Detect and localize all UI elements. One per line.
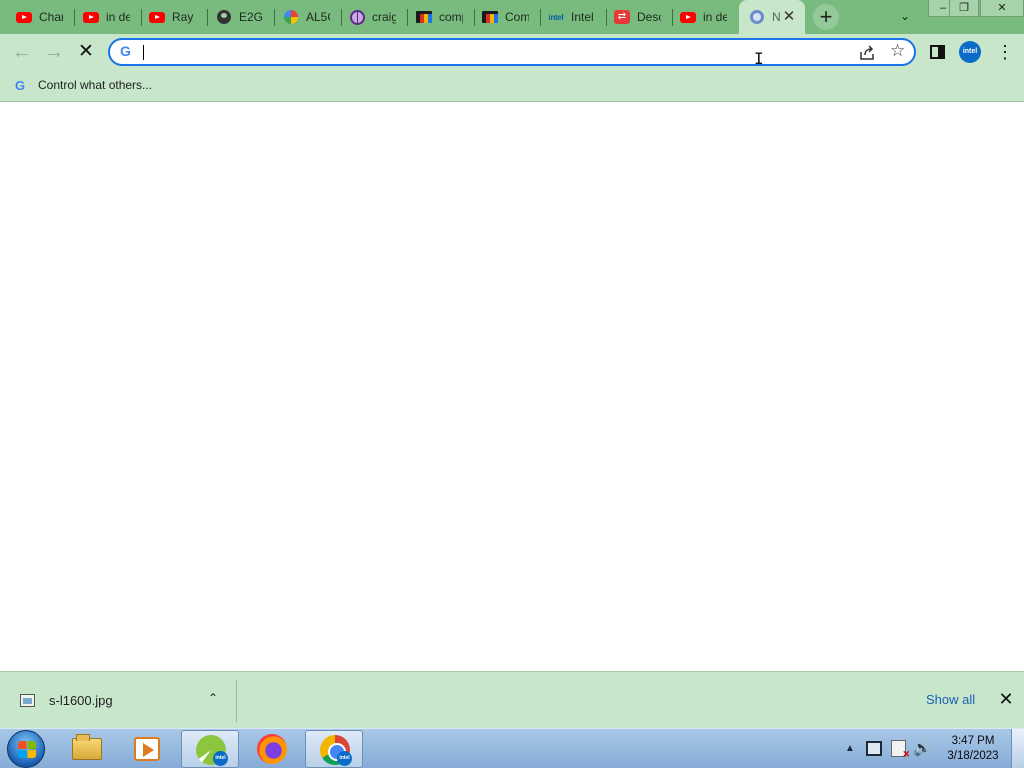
ibeam-cursor-icon: I — [754, 49, 764, 68]
tab-close-icon[interactable]: ✕ — [781, 9, 797, 25]
network-icon[interactable] — [866, 741, 882, 756]
shopping-bag-icon — [416, 9, 432, 25]
tab-search-chevron-icon[interactable]: ⌄ — [896, 9, 914, 25]
action-center-flag-icon[interactable] — [891, 740, 910, 760]
divider — [236, 680, 237, 722]
tab-11[interactable]: in de — [664, 0, 739, 34]
profile-avatar[interactable]: intel — [959, 41, 981, 63]
side-panel-icon[interactable] — [930, 45, 945, 59]
tab-title: in de — [703, 10, 727, 24]
windows-logo-icon — [18, 741, 36, 758]
tab-2[interactable]: in de — [67, 0, 142, 34]
tab-7[interactable]: comp — [400, 0, 475, 34]
tab-title: Ray V — [172, 10, 196, 24]
peace-icon — [349, 9, 365, 25]
tab-title: craig — [372, 10, 396, 24]
start-button[interactable] — [7, 730, 45, 768]
volume-icon[interactable]: 🔊 — [913, 739, 932, 757]
youtube-icon — [83, 9, 99, 25]
intel-badge: intel — [337, 751, 352, 766]
youtube-icon — [680, 9, 696, 25]
tab-8[interactable]: Com — [466, 0, 541, 34]
browser-toolbar: ← → ✕ G ☆ I intel ⋮ G Control what other… — [0, 34, 1024, 102]
tab-title: in de — [106, 10, 130, 24]
system-clock[interactable]: 3:47 PM 3/18/2023 — [940, 734, 1006, 764]
restore-button[interactable]: ❐ — [949, 0, 979, 17]
image-file-icon — [20, 694, 35, 707]
google-icon: G — [14, 77, 26, 93]
taskbar-media-center[interactable] — [118, 730, 176, 768]
shopping-bag-icon — [482, 9, 498, 25]
tab-10[interactable]: ⇄ Desc — [598, 0, 673, 34]
share-icon[interactable] — [858, 44, 876, 62]
bookmark-label: Control what others... — [38, 78, 153, 92]
globe-icon — [216, 9, 232, 25]
tab-3[interactable]: Ray V — [133, 0, 208, 34]
new-tab-button[interactable]: + — [813, 4, 839, 30]
taskbar: intel intel ▲ 🔊 3:47 PM 3/18/2023 — [0, 728, 1024, 768]
bookmark-star-icon[interactable]: ☆ — [890, 41, 905, 61]
clock-date: 3/18/2023 — [947, 750, 999, 762]
loading-icon — [749, 9, 765, 25]
tab-4[interactable]: E2Gu — [200, 0, 275, 34]
download-shelf: s-l1600.jpg ⌃ Show all ✕ — [0, 671, 1024, 728]
taskbar-intel-hub[interactable]: intel — [181, 730, 239, 768]
youtube-icon — [149, 9, 165, 25]
page-content — [0, 103, 1024, 671]
tab-title: E2Gu — [239, 10, 263, 24]
window-close-button[interactable]: ✕ — [980, 0, 1024, 17]
address-input[interactable] — [142, 42, 842, 62]
youtube-icon — [16, 9, 32, 25]
download-filename[interactable]: s-l1600.jpg — [49, 693, 113, 708]
tab-5[interactable]: AL5C — [267, 0, 342, 34]
tab-9[interactable]: intel Intel — [532, 0, 607, 34]
tab-title: Intel — [571, 10, 594, 24]
media-player-icon — [134, 737, 160, 761]
chevron-up-icon[interactable]: ⌃ — [205, 691, 221, 707]
tab-title: Char — [39, 10, 63, 24]
tray-overflow-icon[interactable]: ▲ — [845, 743, 855, 754]
tab-6[interactable]: craig — [333, 0, 408, 34]
back-button[interactable]: ← — [8, 38, 36, 66]
tab-1[interactable]: Char — [0, 0, 75, 34]
swap-icon: ⇄ — [614, 9, 630, 25]
tab-title: Com — [505, 10, 529, 24]
forward-button[interactable]: → — [40, 38, 68, 66]
kebab-menu-icon[interactable]: ⋮ — [996, 43, 1014, 61]
intel-badge: intel — [213, 751, 228, 766]
bookmark-item[interactable]: G Control what others... — [12, 76, 152, 94]
tab-title: Desc — [637, 10, 661, 24]
firefox-icon — [257, 734, 287, 764]
chrome-icon: intel — [320, 735, 352, 766]
intel-hub-icon: intel — [196, 735, 228, 766]
folder-icon — [72, 734, 102, 760]
close-icon[interactable]: ✕ — [996, 689, 1016, 709]
show-desktop-button[interactable] — [1011, 729, 1024, 768]
tab-strip: Char in de Ray V E2Gu AL5C craig comp Co… — [0, 0, 1024, 34]
tab-title: AL5C — [306, 10, 330, 24]
taskbar-firefox[interactable] — [243, 730, 301, 768]
clock-time: 3:47 PM — [951, 735, 995, 747]
address-bar[interactable]: G ☆ — [108, 38, 916, 66]
show-all-link[interactable]: Show all — [926, 692, 975, 707]
taskbar-explorer[interactable] — [57, 730, 115, 768]
google-icon: G — [120, 43, 131, 59]
taskbar-chrome[interactable]: intel — [305, 730, 363, 768]
tab-title: comp — [439, 10, 463, 24]
stop-loading-button[interactable]: ✕ — [72, 38, 100, 66]
intel-icon: intel — [548, 12, 564, 22]
pinwheel-icon — [283, 9, 299, 25]
text-caret — [143, 45, 144, 60]
tab-12-active[interactable]: N ✕ — [739, 0, 805, 34]
